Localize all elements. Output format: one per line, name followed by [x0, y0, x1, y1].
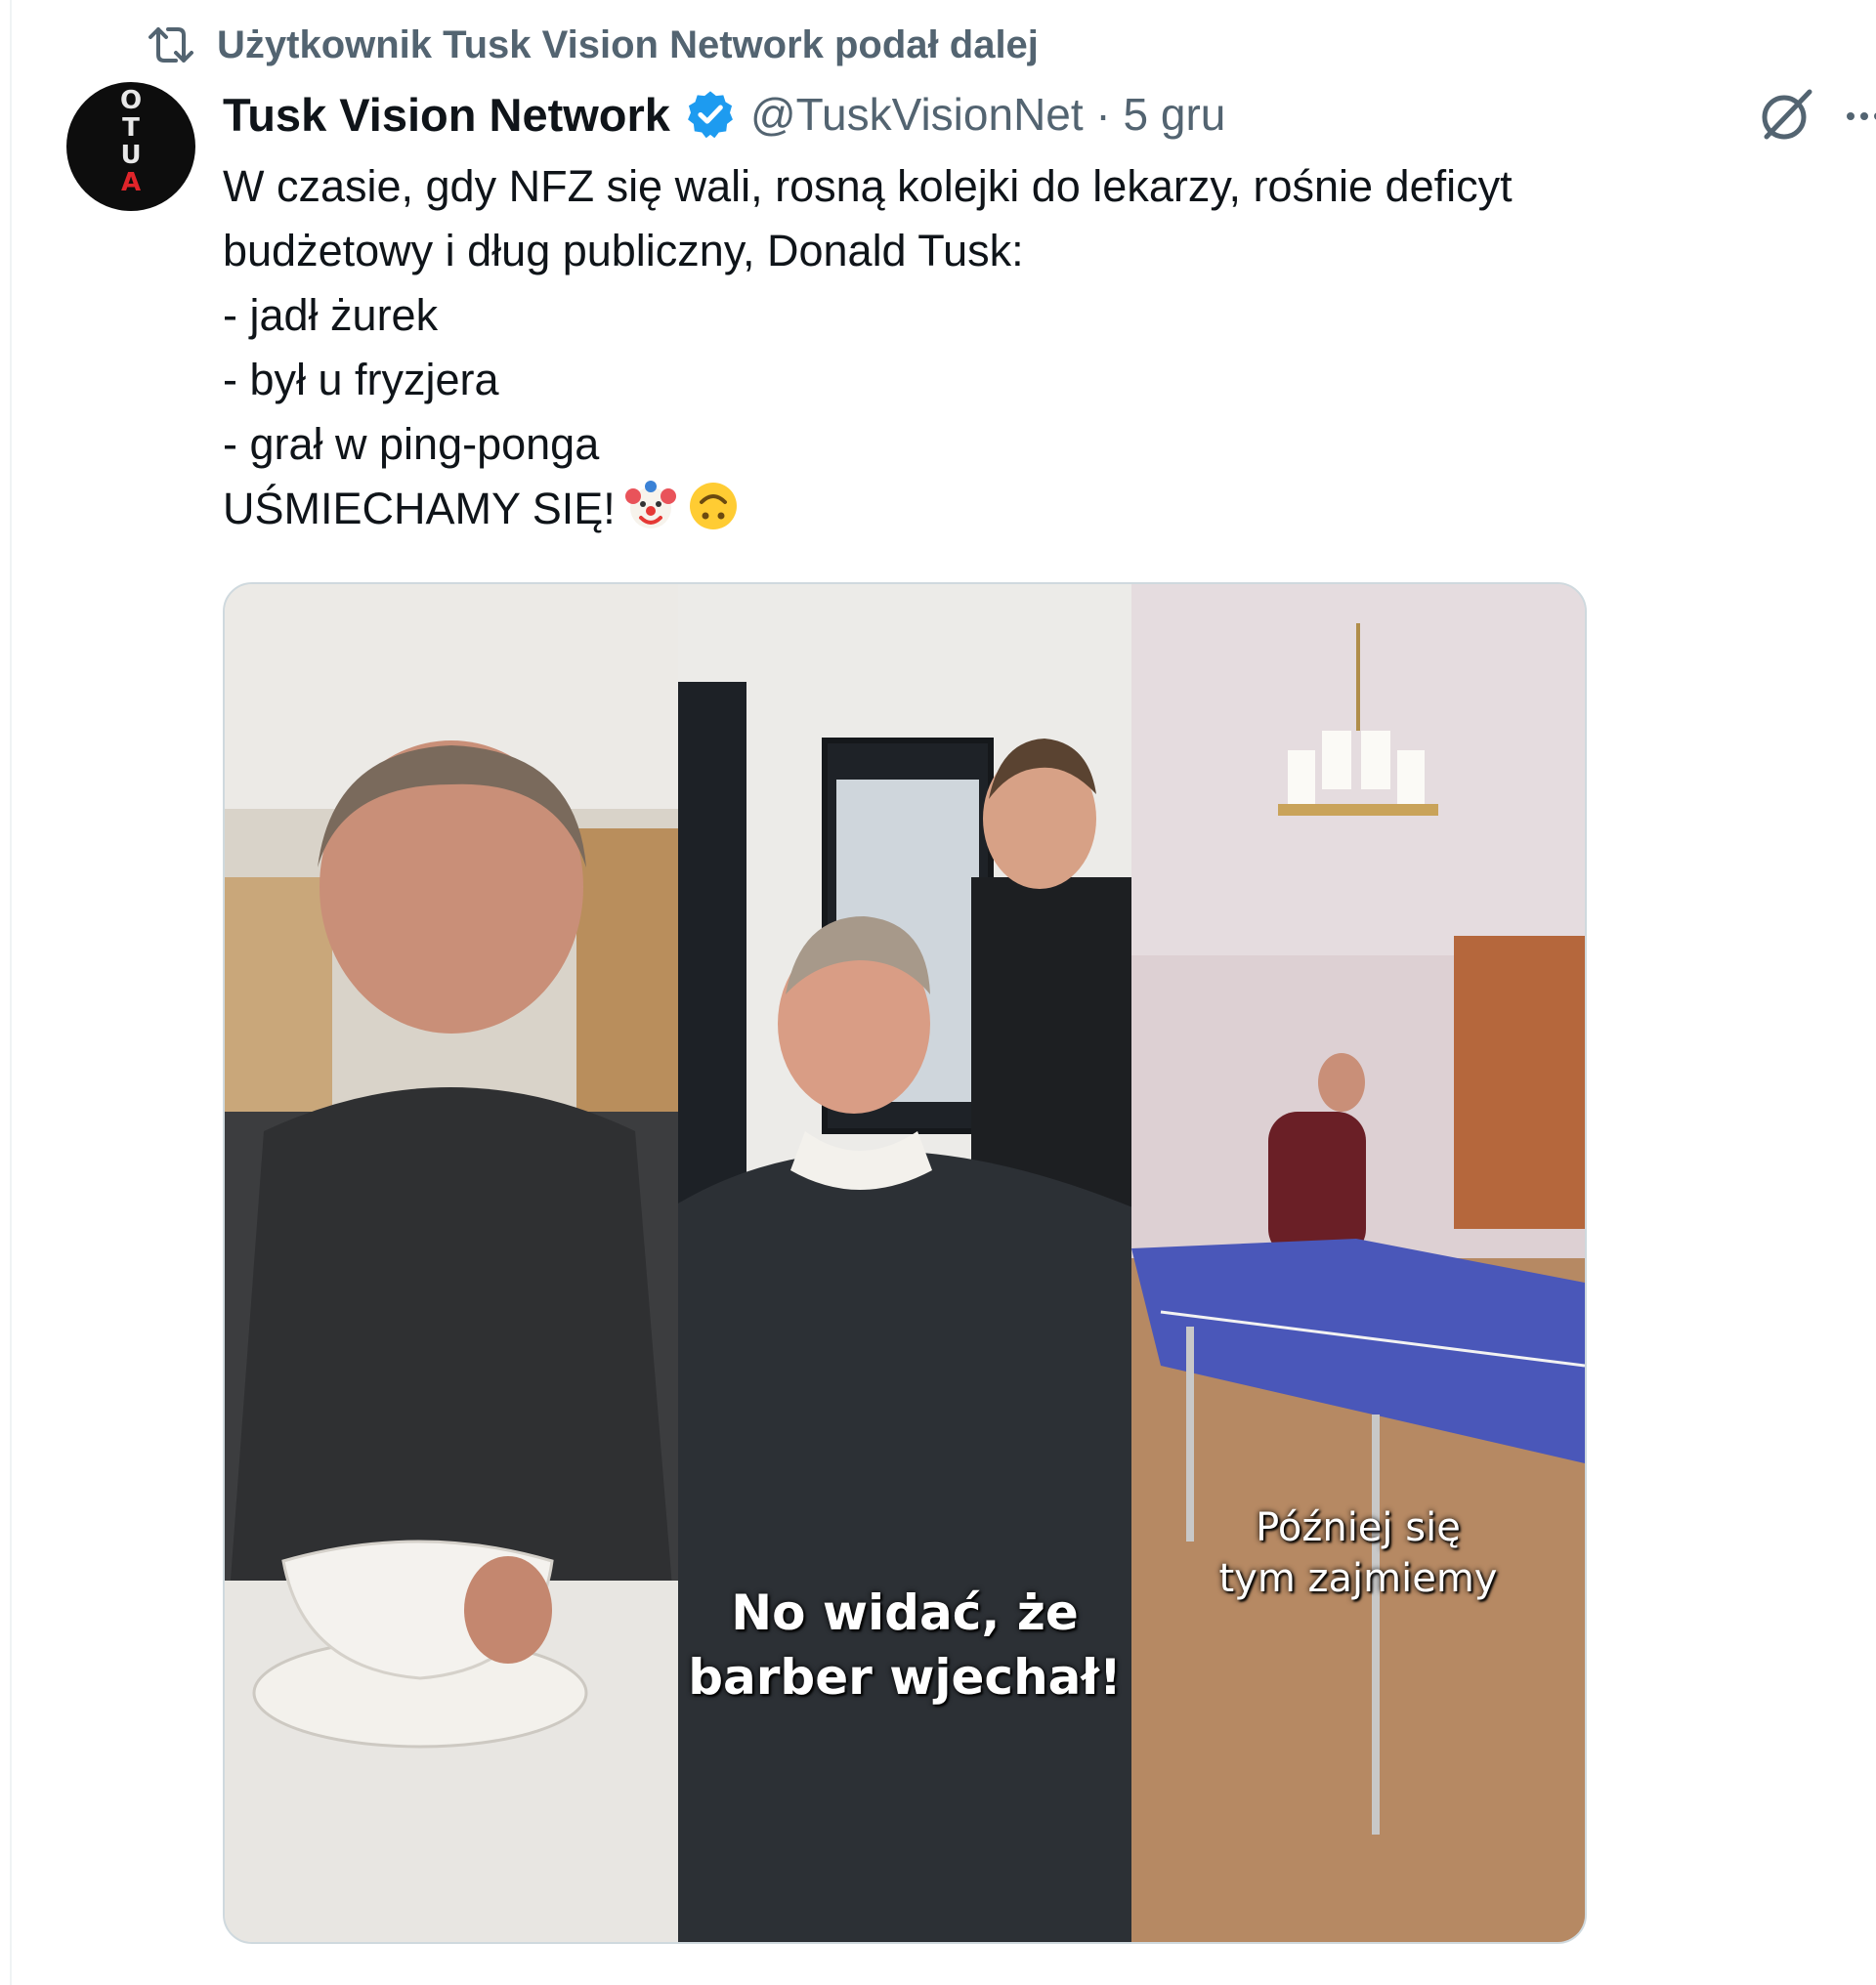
avatar-letter: T — [122, 113, 140, 143]
caption-line: No widać, że — [731, 1584, 1079, 1641]
tweet-media[interactable]: No widać, że barber wjechał! Później się… — [223, 582, 1587, 1944]
display-name[interactable]: Tusk Vision Network — [223, 88, 670, 142]
avatar-letter: U — [120, 141, 142, 170]
media-panel-eating-soup[interactable] — [225, 584, 678, 1942]
media-panel-ping-pong[interactable]: Później się tym zajmiemy — [1131, 584, 1585, 1942]
tweet-last-line: UŚMIECHAMY SIĘ! — [223, 477, 1747, 541]
tweet-text: W czasie, gdy NFZ się wali, rosną kolejk… — [223, 154, 1747, 541]
ping-pong-caption: Później się tym zajmiemy — [1131, 1502, 1585, 1604]
repost-icon — [149, 27, 193, 63]
clown-face-emoji — [624, 481, 676, 528]
tweet-line: W czasie, gdy NFZ się wali, rosną kolejk… — [223, 161, 1513, 211]
soup-scene-image — [225, 584, 678, 1942]
verified-badge-icon[interactable] — [684, 88, 737, 141]
haircut-caption: No widać, że barber wjechał! — [678, 1581, 1131, 1710]
tweet-line: budżetowy i dług publiczny, Donald Tusk: — [223, 226, 1024, 275]
avatar-letter: O — [119, 86, 143, 115]
upside-down-face-emoji — [689, 483, 737, 529]
avatar-letter: A — [120, 168, 142, 197]
handle-and-timestamp[interactable]: @TuskVisionNet · 5 gru — [750, 88, 1225, 141]
caption-line: barber wjechał! — [688, 1649, 1122, 1706]
caption-line: Później się — [1256, 1505, 1461, 1550]
tweet-line: - grał w ping-ponga — [223, 419, 600, 469]
repost-text: Użytkownik Tusk Vision Network podał dal… — [217, 22, 1039, 66]
tweet-line: - jadł żurek — [223, 290, 439, 340]
tweet-header: Tusk Vision Network @TuskVisionNet · 5 g… — [223, 80, 1225, 148]
more-icon[interactable] — [1845, 102, 1876, 131]
avatar[interactable]: O T U A — [66, 82, 195, 211]
caption-line: tym zajmiemy — [1218, 1556, 1498, 1601]
repost-indicator[interactable]: Użytkownik Tusk Vision Network podał dal… — [145, 18, 1039, 72]
timeline-border — [10, 0, 12, 1985]
media-panel-haircut[interactable]: No widać, że barber wjechał! — [678, 584, 1131, 1942]
haircut-scene-image — [678, 584, 1131, 1942]
grok-icon[interactable] — [1755, 84, 1817, 147]
tweet-line: - był u fryzjera — [223, 355, 499, 404]
tweet-line: UŚMIECHAMY SIĘ! — [223, 484, 616, 533]
ping-pong-scene-image — [1131, 584, 1585, 1942]
